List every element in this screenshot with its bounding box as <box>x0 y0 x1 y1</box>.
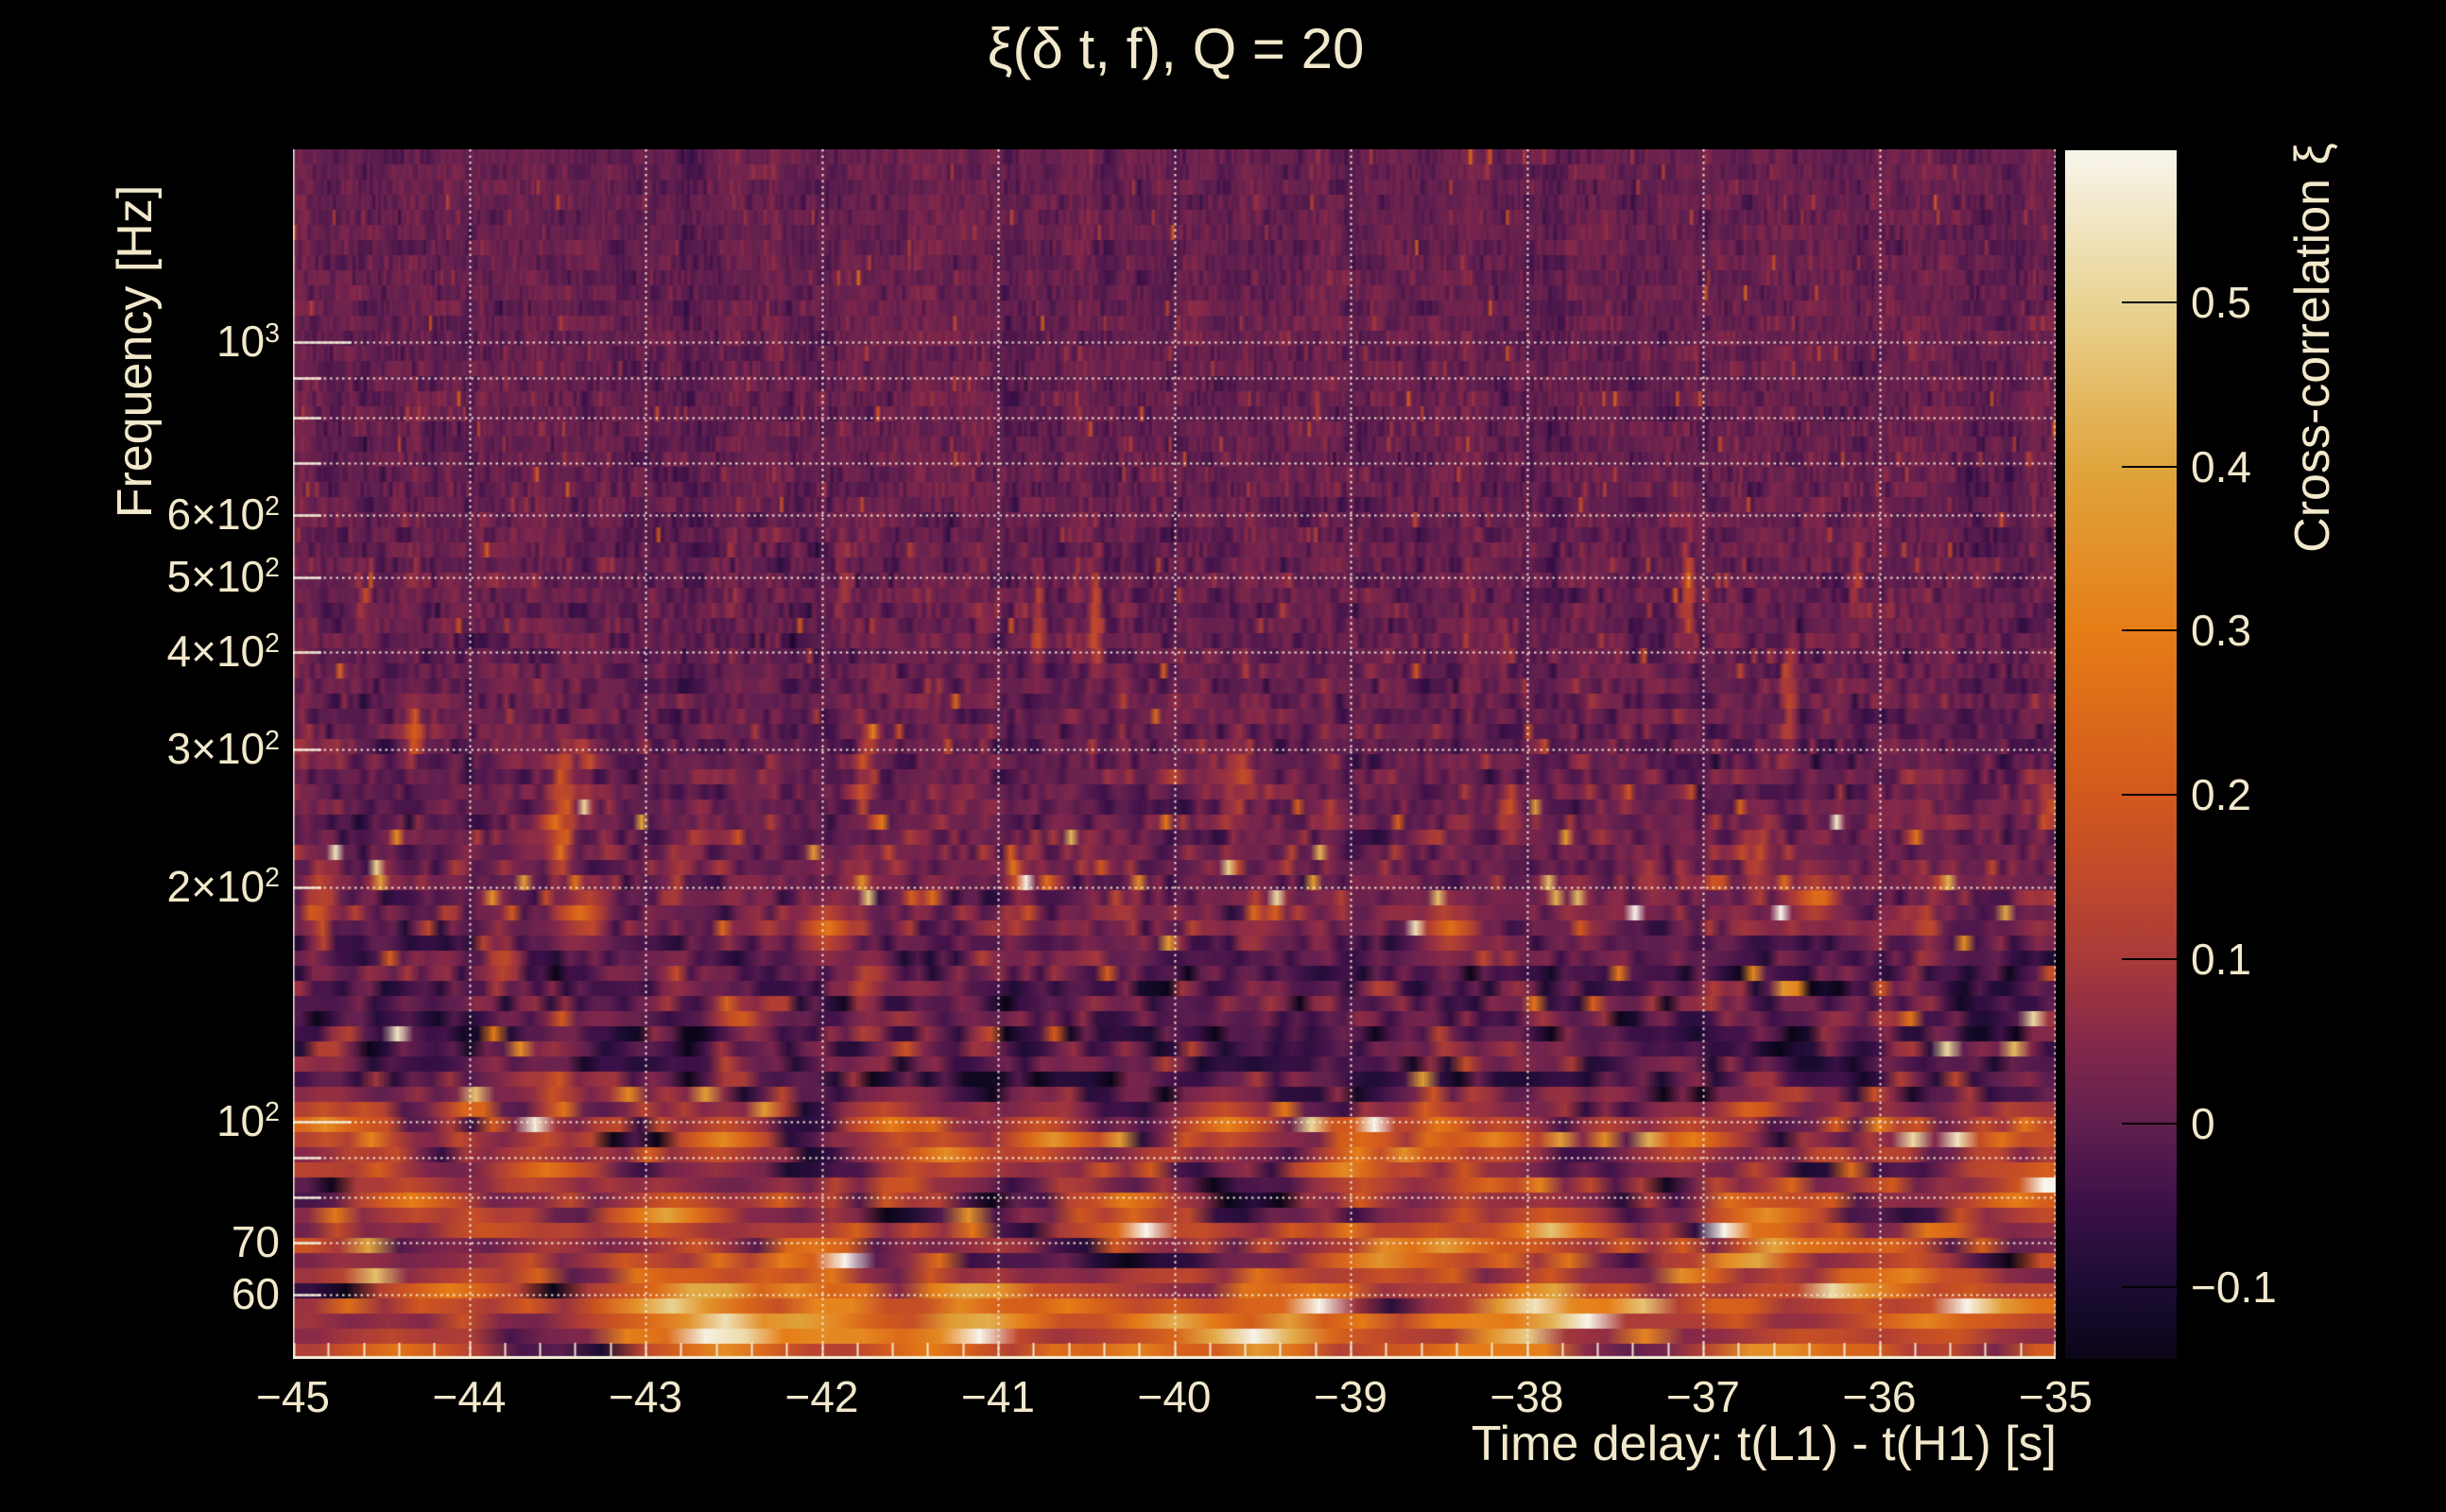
x-tick-label: −44 <box>432 1375 506 1418</box>
x-tick-label: −39 <box>1314 1375 1387 1418</box>
x-tick-label: −42 <box>784 1375 858 1418</box>
x-tick-label: −41 <box>961 1375 1035 1418</box>
chart-title: ξ(δ t, f), Q = 20 <box>988 21 1365 77</box>
colorbar-tick-label: 0.5 <box>2191 281 2251 324</box>
x-tick-label: −36 <box>1842 1375 1916 1418</box>
y-tick-label: 3×102 <box>167 728 280 771</box>
colorbar-tick-label: 0.3 <box>2191 609 2251 652</box>
colorbar-tick <box>2122 466 2177 468</box>
colorbar-tick-label: 0.4 <box>2191 445 2251 489</box>
y-tick-label: 103 <box>216 319 280 363</box>
x-tick-label: −40 <box>1137 1375 1211 1418</box>
y-tick-label: 2×102 <box>167 865 280 908</box>
colorbar-tick <box>2122 794 2177 796</box>
colorbar-tick <box>2122 958 2177 960</box>
figure: ξ(δ t, f), Q = 20 Frequency [Hz] 103 6×10… <box>0 0 2446 1512</box>
heatmap-canvas <box>293 149 2056 1359</box>
y-tick-label: 102 <box>216 1099 280 1143</box>
colorbar-tick-label: −0.1 <box>2191 1265 2277 1309</box>
y-tick-label: 6×102 <box>167 492 280 536</box>
x-tick-label: −37 <box>1666 1375 1740 1418</box>
colorbar-tick <box>2122 629 2177 631</box>
colorbar-title: Cross-correlation ξ <box>2288 143 2337 553</box>
colorbar-tick <box>2122 301 2177 303</box>
colorbar-tick <box>2122 1123 2177 1125</box>
colorbar-tick-label: 0 <box>2191 1102 2215 1145</box>
x-axis-title: Time delay: t(L1) - t(H1) [s] <box>1472 1419 2057 1469</box>
colorbar-tick-label: 0.2 <box>2191 773 2251 816</box>
x-tick-label: −35 <box>2019 1375 2093 1418</box>
colorbar-tick-label: 0.1 <box>2191 937 2251 981</box>
y-tick-label: 60 <box>232 1272 280 1315</box>
colorbar-tick <box>2122 1286 2177 1288</box>
x-tick-label: −45 <box>256 1375 330 1418</box>
x-tick-label: −43 <box>609 1375 682 1418</box>
y-axis-title: Frequency [Hz] <box>111 185 160 519</box>
colorbar <box>2065 150 2177 1359</box>
y-tick-label: 5×102 <box>167 555 280 598</box>
y-tick-label: 4×102 <box>167 630 280 674</box>
y-tick-label: 70 <box>232 1220 280 1263</box>
x-tick-label: −38 <box>1490 1375 1563 1418</box>
